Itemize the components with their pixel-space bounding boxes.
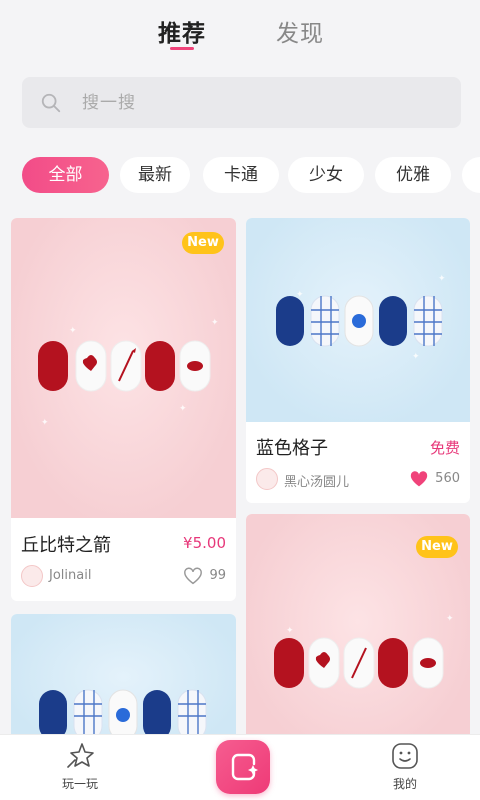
chip-cartoon[interactable]: 卡通 [203, 157, 279, 193]
search-input[interactable] [82, 77, 442, 128]
heart-outline-icon[interactable] [183, 567, 203, 585]
sparkle-decoration: ✦ [41, 418, 49, 428]
nav-profile[interactable]: 我的 [365, 741, 445, 792]
design-card[interactable]: ✦ ✦ New [246, 514, 470, 754]
new-badge: New [182, 232, 224, 254]
sparkle-decoration: ✦ [296, 290, 304, 300]
nail-set-illustration [39, 689, 207, 741]
category-chip-row: 全部 最新 卡通 少女 优雅 [22, 157, 480, 193]
play-star-icon [67, 743, 94, 768]
heart-filled-icon[interactable] [409, 470, 429, 488]
tab-discover[interactable]: 发现 [276, 14, 324, 48]
design-card[interactable]: ✦ ✦ ✦ ✦ New 丘比特之箭 ¥5.00 Jolinail 99 [11, 218, 236, 601]
chip-more[interactable] [462, 157, 480, 193]
card-title: 丘比特之箭 [21, 535, 111, 556]
card-title: 蓝色格子 [256, 438, 328, 459]
top-tab-bar: 推荐 发现 [0, 0, 480, 60]
nail-design-image: ✦ ✦ ✦ ✦ New [11, 218, 236, 518]
sparkle-decoration: ✦ [211, 318, 219, 328]
sparkle-decoration: ✦ [69, 326, 77, 336]
nav-play-label: 玩一玩 [61, 777, 98, 791]
author-avatar[interactable] [21, 565, 43, 587]
nail-set-illustration [38, 340, 211, 392]
sparkle-decoration: ✦ [438, 274, 446, 284]
nail-design-image: ✦ ✦ New [246, 514, 470, 754]
create-design-button[interactable] [216, 740, 270, 794]
author-avatar[interactable] [256, 468, 278, 490]
search-bar[interactable] [22, 77, 461, 128]
search-icon [41, 93, 61, 113]
sparkle-decoration: ✦ [179, 404, 187, 414]
card-price: 免费 [429, 439, 460, 457]
author-name[interactable]: Jolinail [49, 568, 91, 583]
card-price: ¥5.00 [183, 534, 226, 552]
chip-elegant[interactable]: 优雅 [375, 157, 451, 193]
design-card[interactable] [11, 614, 236, 754]
chip-newest[interactable]: 最新 [120, 157, 190, 193]
nav-play[interactable]: 玩一玩 [40, 741, 120, 792]
chip-girly[interactable]: 少女 [288, 157, 364, 193]
author-name[interactable]: 黑心汤圆儿 [284, 471, 349, 490]
smiley-face-icon [392, 743, 418, 769]
active-tab-indicator [170, 47, 194, 50]
nail-design-image: ✦ ✦ ✦ [246, 218, 470, 422]
create-nail-icon [231, 753, 258, 781]
nail-set-illustration [276, 295, 443, 347]
sparkle-decoration: ✦ [286, 626, 294, 636]
sparkle-decoration: ✦ [412, 352, 420, 362]
nail-design-image [11, 614, 236, 754]
design-card[interactable]: ✦ ✦ ✦ 蓝色格子 免费 黑心汤圆儿 560 [246, 218, 470, 503]
like-count: 560 [435, 471, 460, 486]
chip-all[interactable]: 全部 [22, 157, 109, 193]
tab-recommend[interactable]: 推荐 [158, 14, 206, 48]
new-badge: New [416, 536, 458, 558]
nav-profile-label: 我的 [392, 777, 417, 791]
app-screen: 推荐 发现 全部 最新 卡通 少女 优雅 [0, 0, 480, 800]
sparkle-decoration: ✦ [446, 614, 454, 624]
like-count: 99 [209, 568, 226, 583]
